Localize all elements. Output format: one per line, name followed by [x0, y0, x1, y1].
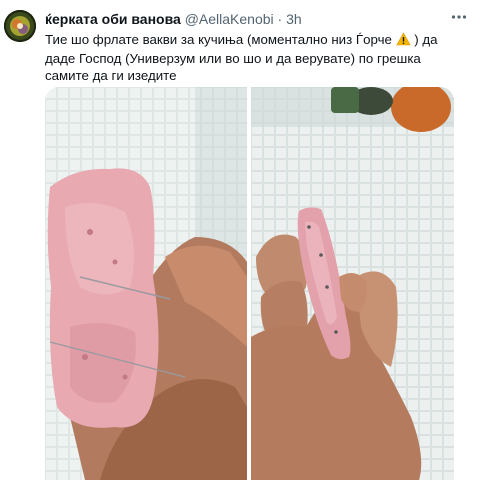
warning-icon — [395, 32, 411, 50]
photo-left-image — [45, 87, 247, 480]
tweet-text: Тие шо фрлате вакви за кучиња (моменталн… — [45, 31, 465, 84]
photo-left[interactable] — [45, 87, 247, 480]
author-handle[interactable]: @AellaKenobi — [185, 11, 274, 27]
avatar-image — [4, 10, 36, 42]
tweet-header: ќерката оби ванова @AellaKenobi · 3h — [45, 10, 450, 28]
tweet-media — [45, 87, 454, 480]
more-icon[interactable] — [448, 8, 470, 30]
photo-right[interactable] — [251, 87, 454, 480]
tweet: ќерката оби ванова @AellaKenobi · 3h Тие… — [0, 0, 480, 480]
tweet-timestamp[interactable]: 3h — [286, 11, 302, 27]
separator-dot: · — [277, 11, 283, 27]
photo-right-image — [251, 87, 454, 480]
author-name[interactable]: ќерката оби ванова — [45, 11, 181, 27]
tweet-text-part-1: Тие шо фрлате вакви за кучиња (моменталн… — [45, 32, 396, 47]
author-avatar[interactable] — [4, 10, 36, 42]
